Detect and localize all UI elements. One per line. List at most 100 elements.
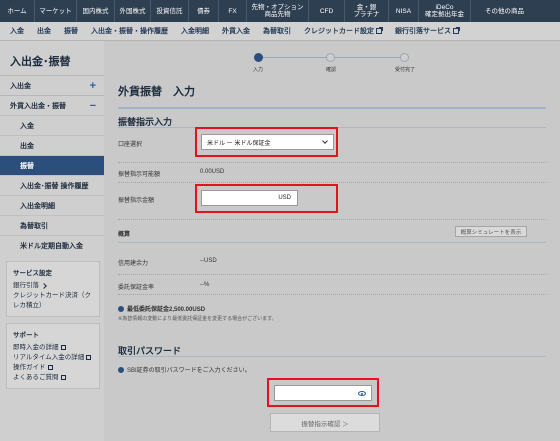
service-link-bank[interactable]: 銀行引落: [13, 281, 93, 291]
topnav-item-label: 先物・オプション: [251, 4, 304, 11]
account-select-label: 口座選択: [118, 142, 143, 148]
topnav-item-label: 外国株式: [119, 7, 146, 15]
topnav-item[interactable]: 先物・オプション 商品先物: [246, 0, 308, 22]
topnav-item-sublabel: 商品先物: [264, 11, 291, 18]
service-settings-title: サービス設定: [13, 270, 52, 277]
subnav-fx-deposit[interactable]: 外貨入金: [222, 26, 250, 36]
step-dot-confirm: [326, 53, 335, 62]
subnav-deposit-detail[interactable]: 入金明細: [181, 26, 209, 36]
sidebar-item-fx-trade[interactable]: 為替取引: [0, 215, 104, 235]
support-link-guide[interactable]: 操作ガイド: [13, 363, 93, 373]
step-label-input: 入力: [252, 67, 263, 73]
step-dot-complete: [400, 53, 409, 62]
main-content: 入力 確認 受付完了 外貨振替 入力 振替指示入力 口座選択 米ドル ー 米ドル…: [104, 41, 560, 441]
topnav-item-label: ホーム: [7, 7, 27, 15]
topnav-item-label: その他の商品: [485, 7, 524, 15]
sidebar-item-statement[interactable]: 入出金明細: [0, 195, 104, 215]
topnav-item[interactable]: マーケット: [34, 0, 76, 22]
topnav-item[interactable]: 外国株式: [114, 0, 150, 22]
sidebar-section-fx[interactable]: 外貨入出金・振替 −: [0, 95, 104, 115]
topnav-item[interactable]: FX: [218, 0, 246, 22]
row-divider: [118, 242, 546, 243]
row-divider: [118, 219, 546, 220]
support-link-realtime[interactable]: リアルタイム入金の詳細: [13, 353, 93, 363]
amount-label: 振替指示金額: [118, 198, 155, 204]
support-link-instant[interactable]: 即時入金の詳細: [13, 343, 93, 353]
available-value: 0.00USD: [200, 169, 225, 175]
main-heading: 外貨振替 入力: [118, 86, 195, 98]
topnav-item-label: 国内株式: [82, 7, 109, 15]
highlight-password: [267, 378, 379, 407]
support-link-label: 即時入金の詳細: [13, 344, 59, 351]
subnav-deposit[interactable]: 入金: [10, 26, 24, 36]
topnav-item[interactable]: その他の商品: [470, 0, 538, 22]
page-title: 入出金･振替: [10, 56, 71, 68]
plus-icon[interactable]: +: [90, 80, 96, 92]
service-link-card[interactable]: クレジットカード決済（クレカ積立）: [13, 291, 93, 311]
topnav-item-sublabel: プラチナ: [353, 11, 380, 18]
topnav-item[interactable]: 金・銀 プラチナ: [344, 0, 388, 22]
highlight-amount: [195, 184, 338, 213]
sidebar-item-deposit[interactable]: 入金: [0, 115, 104, 135]
credit-label: 信用建余力: [118, 261, 149, 267]
sub-navigation: 入金 出金 振替 入出金・振替・操作履歴 入金明細 外貨入金 為替取引 クレジッ…: [0, 22, 560, 41]
sidebar-item-history[interactable]: 入出金･振替 操作履歴: [0, 175, 104, 195]
subnav-bank-debit[interactable]: 銀行引落サービス: [395, 26, 460, 36]
password-prompt: SBI証券の取引パスワードをご入力ください。: [118, 365, 251, 374]
external-link-icon: [60, 345, 66, 350]
topnav-item[interactable]: CFD: [308, 0, 344, 22]
topnav-item-label: FX: [228, 7, 237, 15]
topnav-item-label: マーケット: [39, 7, 72, 15]
service-link-label: 銀行引落: [13, 282, 39, 289]
topnav-item[interactable]: iDeCo 確定拠出年金: [418, 0, 470, 22]
margin-value: --%: [200, 282, 210, 288]
topnav-item-label: iDeCo: [435, 4, 454, 11]
topnav-item-label: CFD: [319, 7, 334, 15]
heading-divider: [118, 107, 546, 109]
row-divider: [118, 182, 546, 183]
topnav-item-label: NISA: [395, 7, 412, 15]
confirm-button[interactable]: 振替指示確認 ＞: [270, 413, 380, 432]
simulate-button[interactable]: 概算シミュレートを表示: [455, 226, 527, 237]
min-margin-value: 最低委託保証金2,500.00USD: [127, 307, 206, 313]
subnav-credit-card[interactable]: クレジットカード設定: [304, 26, 383, 36]
topnav-item[interactable]: 投資信託: [150, 0, 188, 22]
sidebar-section-deposit[interactable]: 入出金 +: [0, 75, 104, 95]
credit-value: --USD: [200, 258, 217, 264]
topnav-item-label: 投資信託: [156, 7, 183, 15]
topnav-item-label: 金・銀: [356, 4, 377, 11]
subnav-fx-trade[interactable]: 為替取引: [263, 26, 291, 36]
topnav-item[interactable]: 債券: [188, 0, 218, 22]
info-icon: [118, 367, 124, 374]
sidebar-item-transfer[interactable]: 振替: [0, 155, 104, 175]
topnav-item[interactable]: ホーム: [0, 0, 34, 22]
info-icon: [118, 306, 124, 313]
support-link-label: 操作ガイド: [13, 364, 46, 371]
subnav-transfer[interactable]: 振替: [64, 26, 78, 36]
sidebar: 入出金･振替 入出金 + 外貨入出金・振替 − 入金 出金 振替 入出金･振替 …: [0, 41, 104, 441]
top-navigation: ホーム マーケット 国内株式 外国株式 投資信託 債券 FX 先物・オプション 商品先物 CFD 金…: [0, 0, 560, 22]
topnav-item[interactable]: 国内株式: [76, 0, 114, 22]
subnav-bank-debit-label: 銀行引落サービス: [395, 28, 451, 35]
section-divider: [118, 356, 546, 357]
sidebar-item-usd-auto[interactable]: 米ドル定期自動入金: [0, 235, 104, 255]
external-link-icon: [60, 375, 66, 380]
min-margin-text: 最低委託保証金2,500.00USD: [118, 304, 205, 313]
margin-label: 委託保証金率: [118, 285, 155, 291]
password-prompt-text: SBI証券の取引パスワードをご入力ください。: [127, 368, 251, 374]
subnav-history[interactable]: 入出金・振替・操作履歴: [91, 26, 168, 36]
support-link-faq[interactable]: よくあるご質問: [13, 373, 93, 383]
external-link-icon: [376, 27, 383, 34]
support-link-label: リアルタイム入金の詳細: [13, 354, 85, 361]
subnav-withdraw[interactable]: 出金: [37, 26, 51, 36]
topnav-item-label: 債券: [197, 7, 210, 15]
highlight-account: [195, 127, 338, 157]
support-box: サポート 即時入金の詳細 リアルタイム入金の詳細 操作ガイド よくあるご質問: [6, 323, 100, 389]
topnav-item[interactable]: NISA: [388, 0, 418, 22]
minus-icon[interactable]: −: [90, 100, 96, 112]
external-link-icon: [47, 365, 53, 370]
external-link-icon: [453, 27, 460, 34]
sidebar-section-label: 入出金: [10, 82, 31, 90]
sidebar-item-withdraw[interactable]: 出金: [0, 135, 104, 155]
row-divider: [118, 162, 546, 163]
